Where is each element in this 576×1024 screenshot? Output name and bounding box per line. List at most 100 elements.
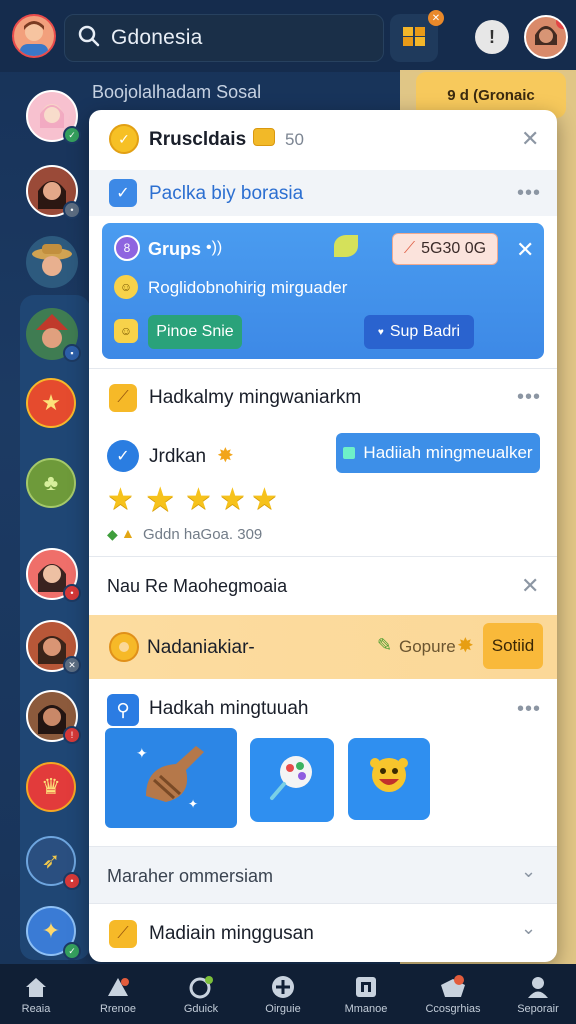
more-options-icon[interactable]: ••• <box>517 699 541 719</box>
rail-badge-4[interactable]: ➶ • <box>26 836 81 890</box>
nav-gifts-label: Ccosgrhias <box>425 1002 481 1015</box>
groups-label: Grups <box>148 239 202 259</box>
rail-badge-1[interactable]: ★ <box>26 378 78 430</box>
smile-badge-icon: ☺ <box>114 319 138 343</box>
leaf-small-icon: ◆ <box>107 526 118 542</box>
tag-icon: ⟋ <box>403 240 416 257</box>
more-options-icon[interactable]: ••• <box>517 387 541 407</box>
sparkle-green-icon: ✎ <box>377 635 393 655</box>
jrdkan-name: Jrdkan <box>149 446 207 467</box>
notification-badge: ✕ <box>428 10 444 26</box>
feather-icon: ⟋ <box>109 920 137 948</box>
chevron-down-icon[interactable]: ⌄ <box>521 918 536 939</box>
star-icon: ★ <box>107 483 134 516</box>
leaf-icon <box>334 235 358 257</box>
sup-badri-button[interactable]: ♥ Sup Badri <box>364 315 474 349</box>
nav-home[interactable]: Reaia <box>0 964 77 1024</box>
background-heading: Boojolalhadam Sosal <box>92 82 262 102</box>
section-maraher[interactable]: Maraher ommersiam ⌄ <box>89 847 557 903</box>
top-bar: Gdonesia ✕ ! <box>0 0 576 72</box>
sound-icon: •)) <box>206 239 223 256</box>
puzzle-button[interactable]: ✕ <box>390 10 444 62</box>
section-jrdkan: ✓ Jrdkan ✸ Hadiiah mingmeualker ★ ★ ★ ★ … <box>89 428 557 556</box>
section-maohegmoaia[interactable]: Nau Re Maohegmoaia ✕ <box>89 560 557 612</box>
rail-avatar-5[interactable]: • <box>26 548 81 602</box>
sotiid-button[interactable]: Sotiid <box>483 623 543 669</box>
feather-icon: ⟋ <box>109 384 137 412</box>
gift-icon <box>439 974 467 1000</box>
close-icon[interactable]: ✕ <box>521 575 539 597</box>
section-hadkalmy[interactable]: ⟋ Hadkalmy mingwaniarkm ••• <box>89 372 557 422</box>
section-paclka[interactable]: ✓ Paclka biy borasia ••• <box>89 170 557 216</box>
nav-frame[interactable]: Mmanoe <box>325 964 407 1024</box>
coin-icon: ✓ <box>109 124 139 154</box>
rail-avatar-3[interactable] <box>26 236 78 288</box>
tile-glove[interactable]: ✦ ✦ <box>105 728 237 828</box>
nav-quick[interactable]: Gduick <box>160 964 242 1024</box>
rail-avatar-6[interactable]: ✕ <box>26 620 81 674</box>
chevron-down-icon[interactable]: ⌄ <box>521 861 536 882</box>
rail-badge-3[interactable]: ♛ <box>26 762 78 814</box>
verified-icon: ✓ <box>107 440 139 472</box>
nadaniakiar-title: Nadaniakiar- <box>147 637 255 658</box>
tile-palette[interactable] <box>250 738 334 822</box>
section-hadkah[interactable]: ⚲ Hadkah mingtuuah ••• ✦ ✦ <box>89 688 557 848</box>
rail-badge-2[interactable]: ♣ <box>26 458 78 510</box>
profile-icon <box>524 974 552 1000</box>
nadaniakiar-row[interactable]: Nadaniakiar- ✎ Gopure ✸ Sotiid <box>89 615 557 679</box>
frame-icon <box>352 974 380 1000</box>
search-icon <box>77 24 101 53</box>
search-input[interactable]: Gdonesia <box>111 26 203 50</box>
nav-games[interactable]: Oirguie <box>242 964 324 1024</box>
refresh-icon <box>187 974 215 1000</box>
box-icon <box>343 447 356 459</box>
rail-avatar-4[interactable]: ▪ <box>26 308 81 362</box>
nav-quick-label: Gduick <box>183 1002 219 1015</box>
sup-badri-label: Sup Badri <box>389 323 461 340</box>
card-subtitle: Roglidobnohirig mirguader <box>148 278 348 297</box>
nav-people-label: Rrenoe <box>99 1002 137 1015</box>
pinoe-snie-button[interactable]: Pinoe Snie <box>148 315 242 349</box>
planet-icon: ✦ <box>41 918 61 943</box>
more-options-icon[interactable]: ••• <box>517 183 541 203</box>
nav-frame-label: Mmanoe <box>344 1002 388 1015</box>
card-close-icon[interactable]: ✕ <box>516 239 534 261</box>
tile-emoji[interactable] <box>348 738 430 820</box>
search-badge-icon: ⚲ <box>107 694 139 726</box>
close-icon[interactable]: ✕ <box>521 128 539 150</box>
search-bar[interactable]: Gdonesia <box>64 14 384 62</box>
nav-home-label: Reaia <box>21 1002 51 1015</box>
star-icon: ★ <box>251 483 278 516</box>
nav-gifts[interactable]: Ccosgrhias <box>412 964 494 1024</box>
profile-circle-button[interactable]: ! <box>475 20 509 54</box>
info-icon: ! <box>489 26 495 47</box>
people-icon <box>104 974 132 1000</box>
rail-avatar-1[interactable]: ✓ <box>26 90 81 144</box>
emoji-icon: ☺ <box>114 275 138 299</box>
price-chip[interactable]: ⟋ 5G30 0G <box>392 233 498 265</box>
hadiiah-button[interactable]: Hadiiah mingmeualker <box>336 433 540 473</box>
trophy-icon: ♛ <box>41 774 61 799</box>
nav-profile[interactable]: Seporair <box>497 964 576 1024</box>
rail-avatar-7[interactable]: ! <box>26 690 81 744</box>
nav-people[interactable]: Rrenoe <box>77 964 159 1024</box>
rocket-icon: ➶ <box>41 848 61 873</box>
puzzle-icon <box>399 21 429 56</box>
rail-avatar-2[interactable]: • <box>26 165 81 219</box>
jrdkan-stats: Gddn haGoa. 309 <box>143 526 263 543</box>
section-madiain[interactable]: ⟋ Madiain minggusan ⌄ <box>89 904 557 962</box>
star-icon: ★ <box>145 481 176 519</box>
divider <box>89 556 557 557</box>
panel-title: Rruscldais <box>149 129 247 150</box>
star-rating: ★ ★ ★ ★ ★ <box>107 481 297 519</box>
groups-card[interactable]: 8 Grups •)) ⟋ 5G30 0G ✕ ☺ Roglidobnohiri… <box>102 223 544 359</box>
nav-games-label: Oirguie <box>265 1002 301 1015</box>
palette-icon <box>262 748 322 813</box>
rail-badge-5[interactable]: ✦ ✓ <box>26 906 81 960</box>
svg-text:✦: ✦ <box>188 797 198 811</box>
friend-avatar[interactable] <box>524 15 568 59</box>
user-avatar[interactable] <box>12 14 56 58</box>
shield-icon <box>109 632 139 662</box>
hadiiah-button-label: Hadiiah mingmeualker <box>363 443 533 462</box>
star-icon: ★ <box>219 483 246 516</box>
